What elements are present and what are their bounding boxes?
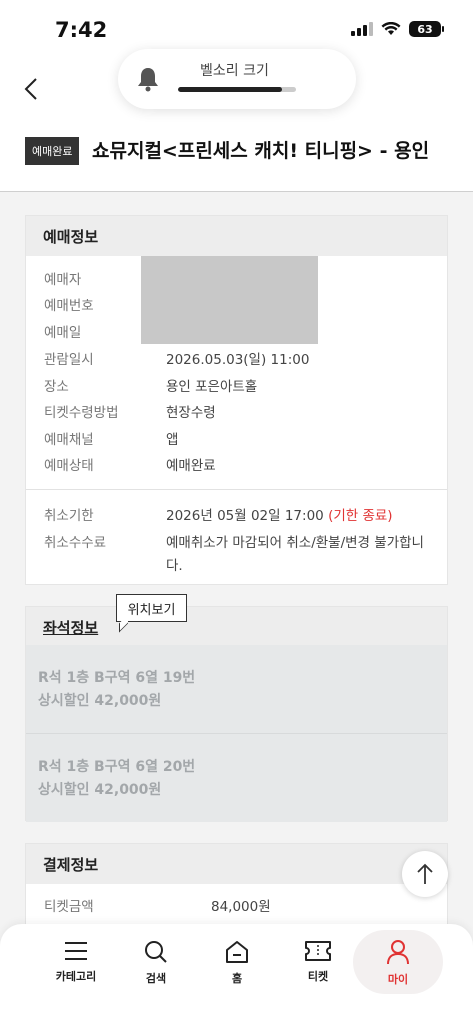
info-label: 예매자 xyxy=(44,272,82,288)
nav-label: 검색 xyxy=(145,972,167,985)
wifi-icon xyxy=(381,22,401,35)
info-label: 관람일시 xyxy=(44,352,94,368)
nav-item-search[interactable]: 검색 xyxy=(116,936,196,996)
bottom-navigation: 카테고리 검색 홈 티켓 마이 xyxy=(0,924,473,1024)
info-value: 예매완료 xyxy=(166,458,216,474)
info-value: 현장수령 xyxy=(166,405,216,421)
info-label: 예매상태 xyxy=(44,458,94,474)
page-title: 쇼뮤지컬<프린세스 캐치! 티니핑> - 용인 xyxy=(92,140,430,162)
cancel-fee-line-2: 다. xyxy=(166,558,183,574)
home-icon xyxy=(226,941,248,963)
menu-icon xyxy=(65,942,87,960)
booking-info-heading: 예매정보 xyxy=(26,216,447,256)
seat-price: 상시할인 42,000원 xyxy=(38,693,162,709)
nav-label: 마이 xyxy=(387,973,409,986)
nav-item-ticket[interactable]: 티켓 xyxy=(278,936,358,996)
chevron-left-icon xyxy=(24,78,37,100)
battery-icon: 63 xyxy=(409,21,444,37)
status-icons: 63 xyxy=(351,21,444,37)
seat-item[interactable]: R석 1층 B구역 6열 19번 상시할인 42,000원 xyxy=(26,645,447,733)
volume-label: 벨소리 크기 xyxy=(200,63,269,79)
seat-item[interactable]: R석 1층 B구역 6열 20번 상시할인 42,000원 xyxy=(26,734,447,822)
info-label: 장소 xyxy=(44,379,69,395)
seat-label: R석 1층 B구역 6열 20번 xyxy=(38,759,196,775)
volume-fill xyxy=(178,87,282,92)
info-label: 티켓금액 xyxy=(44,899,94,915)
masked-personal-info xyxy=(141,256,318,344)
info-label: 취소수수료 xyxy=(44,535,107,551)
nav-label: 카테고리 xyxy=(55,970,97,983)
cancel-fee-line-1: 예매취소가 마감되어 취소/환불/변경 불가합니 xyxy=(166,535,424,551)
back-button[interactable] xyxy=(18,74,44,104)
seat-price: 상시할인 42,000원 xyxy=(38,782,162,798)
nav-label: 티켓 xyxy=(307,970,329,983)
arrow-up-icon xyxy=(417,863,433,884)
seat-info-card: 좌석정보 R석 1층 B구역 6열 19번 상시할인 42,000원 R석 1층… xyxy=(25,606,448,822)
status-bar: 7:42 63 xyxy=(0,0,473,52)
search-icon xyxy=(145,941,167,963)
info-label: 티켓수령방법 xyxy=(44,405,119,421)
booking-status-chip: 예매완료 xyxy=(25,137,80,165)
info-value: 용인 포은아트홀 xyxy=(166,379,258,395)
bell-icon xyxy=(138,68,158,92)
user-icon xyxy=(387,940,409,965)
nav-item-home[interactable]: 홈 xyxy=(197,936,277,996)
info-label: 예매일 xyxy=(44,325,82,341)
booking-info-card: 예매정보 예매자 예매번호 예매일 관람일시 2026.05.03(일) 11:… xyxy=(25,215,448,585)
info-label: 예매채널 xyxy=(44,432,94,448)
volume-hud: 벨소리 크기 xyxy=(118,49,356,109)
info-label: 취소기한 xyxy=(44,508,94,524)
info-value: 2026년 05월 02일 17:00 (기한 종료) xyxy=(166,504,393,524)
cancel-deadline-value: 2026년 05월 02일 17:00 xyxy=(166,508,324,524)
section-divider xyxy=(26,489,447,490)
cellular-signal-icon xyxy=(351,22,373,36)
view-location-tooltip[interactable]: 위치보기 xyxy=(116,594,187,622)
ticket-icon xyxy=(305,941,331,961)
info-value: 앱 xyxy=(166,432,179,448)
deadline-expired-note: (기한 종료) xyxy=(328,508,393,524)
nav-item-my[interactable]: 마이 xyxy=(353,930,443,994)
nav-item-category[interactable]: 카테고리 xyxy=(36,936,116,996)
volume-track xyxy=(178,87,296,92)
seat-info-heading-label: 좌석정보 xyxy=(43,618,99,637)
info-label: 예매번호 xyxy=(44,298,94,314)
payment-info-heading: 결제정보 xyxy=(26,844,447,884)
nav-label: 홈 xyxy=(231,972,243,985)
seat-info-heading[interactable]: 좌석정보 xyxy=(26,607,447,647)
info-value: 2026.05.03(일) 11:00 xyxy=(166,352,310,368)
seat-label: R석 1층 B구역 6열 19번 xyxy=(38,670,196,686)
scroll-to-top-button[interactable] xyxy=(402,851,448,897)
ticket-amount-value: 84,000원 xyxy=(211,899,271,915)
status-time: 7:42 xyxy=(55,18,108,42)
